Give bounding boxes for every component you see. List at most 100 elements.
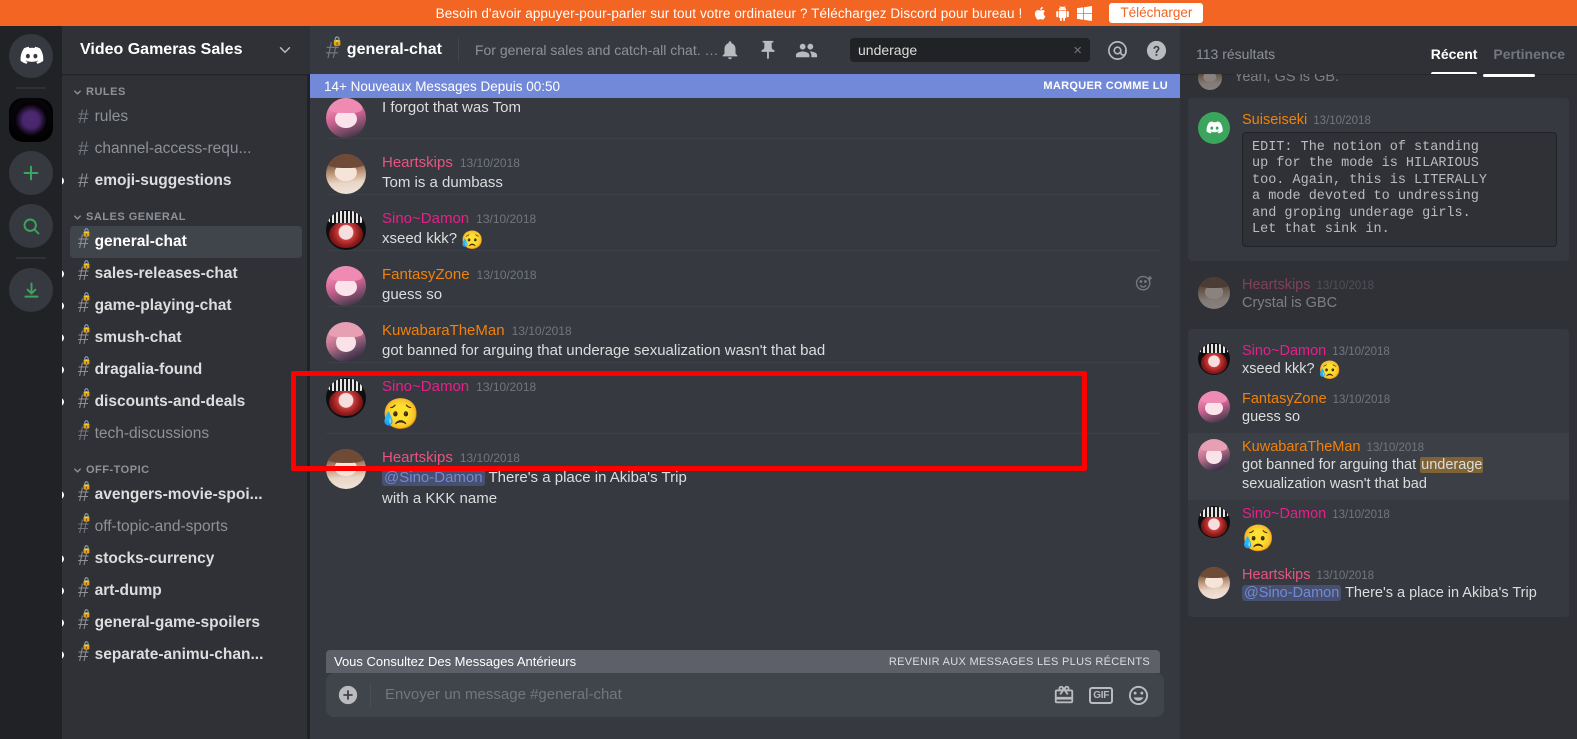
explore-servers-button[interactable]	[9, 204, 53, 248]
result-author[interactable]: Heartskips	[1242, 567, 1311, 583]
composer-box[interactable]: Envoyer un message #general-chat GIF	[326, 673, 1164, 717]
sidebar-channel-dragalia-found[interactable]: # 🔒 dragalia-found	[62, 354, 302, 386]
discord-app: Besoin d'avoir appuyer-pour-parler sur t…	[0, 0, 1577, 739]
channel-label: dragalia-found	[94, 361, 203, 378]
results-tab-pertinence[interactable]: Pertinence	[1493, 46, 1565, 74]
result-author[interactable]: Heartskips	[1242, 277, 1311, 293]
channel-sidebar: Video Gameras Sales RULES # rules # channel-…	[62, 26, 310, 739]
sidebar-channel-tech-discussions[interactable]: # 🔒 tech-discussions	[70, 418, 302, 450]
unread-indicator	[62, 302, 64, 310]
avatar[interactable]	[326, 266, 366, 306]
sidebar-channel-smush-chat[interactable]: # 🔒 smush-chat	[62, 322, 302, 354]
message-input[interactable]: Envoyer un message #general-chat	[370, 683, 1053, 707]
sidebar-channel-sales-releases-chat[interactable]: # 🔒 sales-releases-chat	[62, 258, 302, 290]
result-author[interactable]: FantasyZone	[1242, 391, 1327, 407]
sidebar-channel-general-game-spoilers[interactable]: # 🔒 general-game-spoilers	[62, 607, 302, 639]
sidebar-channel-general-chat[interactable]: # 🔒 general-chat	[70, 226, 302, 258]
search-result-message[interactable]: Sino~Damon 13/10/2018 😥	[1188, 500, 1569, 560]
results-tab-récent[interactable]: Récent	[1430, 46, 1477, 74]
message-header: Sino~Damon 13/10/2018	[382, 210, 1160, 227]
add-attachment-button[interactable]	[326, 684, 370, 706]
avatar[interactable]	[326, 322, 366, 362]
message-author[interactable]: KuwabaraTheMan	[382, 322, 505, 339]
result-author[interactable]: Sino~Damon	[1242, 506, 1326, 522]
result-text: xseed kkk? 😥	[1242, 359, 1341, 380]
search-result-message[interactable]: Sino~Damon 13/10/2018 xseed kkk? 😥	[1188, 337, 1569, 385]
promo-os-icons	[1033, 5, 1093, 22]
bell-icon[interactable]	[719, 39, 741, 61]
channel-category-sales-general[interactable]: SALES GENERAL	[62, 197, 310, 226]
search-result-group[interactable]: Sino~Damon 13/10/2018 xseed kkk? 😥 FantasyZ…	[1188, 328, 1569, 617]
results-scrollbar[interactable]	[1483, 74, 1535, 77]
jump-to-present-button[interactable]: REVENIR AUX MESSAGES LES PLUS RÉCENTS	[889, 656, 1150, 668]
server-icon-video-gameras-sales[interactable]	[9, 98, 53, 142]
user-mention[interactable]: @Sino-Damon	[382, 469, 485, 486]
hash-icon: # 🔒	[78, 608, 92, 634]
discord-home-button[interactable]	[9, 34, 53, 78]
hash-icon: # 🔒	[78, 640, 92, 666]
results-count: 113 résultats	[1196, 46, 1276, 62]
message-author[interactable]: Heartskips	[382, 449, 453, 466]
emoji: 😥	[1318, 359, 1341, 380]
search-input[interactable]: underage	[858, 42, 1073, 58]
members-icon[interactable]	[795, 39, 818, 62]
gift-icon[interactable]	[1053, 684, 1075, 706]
sidebar-channel-avengers-movie-spoi[interactable]: # 🔒 avengers-movie-spoi...	[62, 479, 302, 511]
sidebar-channel-game-playing-chat[interactable]: # 🔒 game-playing-chat	[62, 290, 302, 322]
message-divider	[326, 362, 1160, 363]
hash-icon: # 🔒	[78, 387, 92, 413]
search-result-message[interactable]: FantasyZone 13/10/2018 guess so	[1188, 385, 1569, 433]
avatar[interactable]	[326, 98, 366, 138]
avatar	[1198, 74, 1222, 90]
message-author[interactable]: Sino~Damon	[382, 210, 469, 227]
avatar[interactable]	[326, 154, 366, 194]
emoji-icon[interactable]	[1127, 684, 1150, 707]
search-result-group[interactable]: Suiseiseki 13/10/2018 EDIT: The notion of …	[1188, 98, 1569, 261]
mentions-icon[interactable]	[1106, 39, 1129, 62]
message-timestamp: 13/10/2018	[459, 156, 520, 170]
download-button[interactable]: Télécharger	[1109, 3, 1204, 23]
sidebar-channel-rules[interactable]: # rules	[70, 101, 302, 133]
avatar[interactable]	[326, 210, 366, 250]
sidebar-channel-channel-access-requ[interactable]: # channel-access-requ...	[70, 133, 302, 165]
add-server-button[interactable]	[9, 151, 53, 195]
gif-button[interactable]: GIF	[1089, 686, 1113, 704]
lock-icon: 🔒	[81, 544, 92, 554]
help-icon[interactable]	[1145, 39, 1168, 62]
search-box[interactable]: underage ×	[850, 38, 1090, 62]
avatar[interactable]	[326, 378, 366, 418]
message-author[interactable]: Heartskips	[382, 154, 453, 171]
unread-indicator	[62, 270, 64, 278]
message-author[interactable]: Sino~Damon	[382, 378, 469, 395]
result-author[interactable]: KuwabaraTheMan	[1242, 439, 1361, 455]
sidebar-channel-separate-animu-chan[interactable]: # 🔒 separate-animu-chan...	[62, 639, 302, 671]
clear-search-icon[interactable]: ×	[1073, 43, 1082, 58]
sidebar-channel-art-dump[interactable]: # 🔒 art-dump	[62, 575, 302, 607]
add-reaction-button[interactable]	[1134, 274, 1154, 299]
channel-category-rules[interactable]: RULES	[62, 86, 310, 101]
user-mention[interactable]: @Sino-Damon	[1242, 584, 1342, 601]
download-apps-button[interactable]	[9, 268, 53, 312]
search-result-message[interactable]: Heartskips 13/10/2018 @Sino-Damon There's …	[1188, 561, 1569, 609]
search-result-message[interactable]: KuwabaraTheMan 13/10/2018 got banned for a…	[1188, 433, 1569, 500]
hash-icon: # 🔒	[78, 480, 92, 506]
result-text: @Sino-Damon There's a place in Akiba's T…	[1242, 584, 1537, 601]
result-author[interactable]: Sino~Damon	[1242, 343, 1326, 359]
guild-header[interactable]: Video Gameras Sales	[62, 26, 310, 74]
sidebar-channel-emoji-suggestions[interactable]: # emoji-suggestions	[62, 165, 302, 197]
avatar[interactable]	[326, 449, 366, 489]
sidebar-channel-off-topic-and-sports[interactable]: # 🔒 off-topic-and-sports	[70, 511, 302, 543]
search-result-message[interactable]: Heartskips 13/10/2018 Crystal is GBC	[1188, 271, 1569, 319]
result-message-body: KuwabaraTheMan 13/10/2018 got banned for a…	[1242, 439, 1557, 494]
channel-category-off-topic[interactable]: OFF-TOPIC	[62, 450, 310, 479]
message-author[interactable]: FantasyZone	[382, 266, 470, 283]
search-result-message[interactable]: Suiseiseki 13/10/2018 EDIT: The notion of …	[1188, 106, 1569, 253]
mark-as-read-button[interactable]: MARQUER COMME LU	[1043, 80, 1168, 92]
result-author[interactable]: Suiseiseki	[1242, 112, 1307, 128]
new-messages-label: 14+ Nouveaux Messages Depuis 00:50	[324, 78, 561, 94]
pin-icon[interactable]	[757, 39, 779, 61]
result-message-body: FantasyZone 13/10/2018 guess so	[1242, 391, 1557, 427]
sidebar-channel-stocks-currency[interactable]: # 🔒 stocks-currency	[62, 543, 302, 575]
sidebar-channel-discounts-and-deals[interactable]: # 🔒 discounts-and-deals	[62, 386, 302, 418]
search-result-context[interactable]: Heartskips 13/10/2018 Crystal is GBC	[1188, 269, 1569, 321]
